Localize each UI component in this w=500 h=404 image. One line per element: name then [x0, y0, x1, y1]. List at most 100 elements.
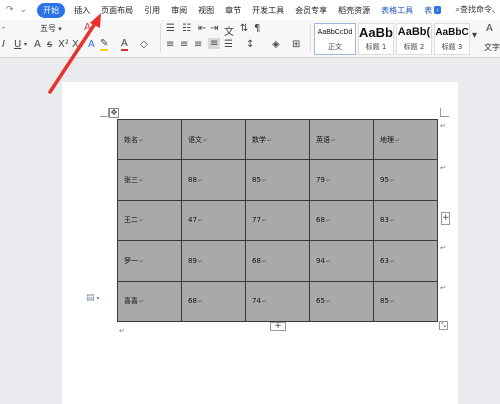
font-size-dropdown[interactable]: 五号 ▾	[40, 23, 62, 34]
style-sample: AaBbC	[435, 27, 469, 38]
table-cell[interactable]: 65↵	[309, 280, 374, 323]
distribute-icon[interactable]: ☰	[224, 39, 233, 50]
table-cell[interactable]: 89↵	[181, 240, 246, 282]
align-right-icon[interactable]: ≡	[194, 39, 202, 50]
font-name-dropdown[interactable]: -	[2, 23, 5, 32]
ribbon: - 五号 ▾ A I U ▾ A s X² X₂ A ✎ A ◇ ☰ ☷ ⇤ ⇥…	[0, 20, 500, 58]
table-cell[interactable]: 姓名↵	[117, 118, 182, 161]
sort-icon[interactable]: ⇅	[240, 23, 248, 34]
style-normal[interactable]: AaBbCcDd 正文	[314, 23, 356, 55]
style-label: 正文	[328, 43, 342, 51]
add-column-button[interactable]: +	[441, 212, 450, 225]
table-cell[interactable]: 95↵	[373, 159, 438, 201]
shading-icon[interactable]: ◈	[272, 39, 280, 50]
divider	[160, 24, 161, 52]
style-sample: AaBbCcDd	[317, 29, 353, 36]
table-move-handle-icon[interactable]: ✥	[109, 108, 119, 118]
superscript-icon[interactable]: X²	[58, 39, 69, 50]
chevron-down-icon: ▾	[56, 25, 62, 33]
table-row: 姓名↵ 语文↵ 数学↵ 英语↵ 地理↵	[117, 118, 438, 161]
tabs-scroll-right-icon[interactable]: ›	[434, 6, 441, 14]
style-label: 标题 1	[365, 43, 387, 51]
table-cell[interactable]: 数学↵	[245, 118, 310, 161]
margin-mark	[440, 108, 449, 117]
table-resize-handle-icon[interactable]: ⤡	[439, 321, 448, 330]
table-cell[interactable]: 83↵	[373, 199, 438, 242]
style-heading-2[interactable]: AaBb( 标题 2	[396, 23, 432, 55]
style-heading-3[interactable]: AaBbC 标题 3	[434, 23, 470, 55]
chevron-down-icon[interactable]: ▾	[24, 41, 27, 48]
text-effect-icon[interactable]: A	[88, 39, 95, 50]
table-cell[interactable]: 47↵	[181, 199, 246, 242]
chinese-layout-icon[interactable]: 文	[224, 23, 234, 38]
divider	[310, 24, 311, 52]
table-cell[interactable]: 张三↵	[117, 159, 182, 201]
table-cell[interactable]: 68↵	[245, 240, 310, 282]
table-cell[interactable]: 85↵	[245, 159, 310, 201]
table-cell[interactable]: 68↵	[309, 199, 374, 242]
menu-bar: ↷ ⌄ 开始 插入 页面布局 引用 审阅 视图 章节 开发工具 会员专享 稻壳资…	[0, 0, 500, 20]
grade-table: 姓名↵ 语文↵ 数学↵ 英语↵ 地理↵ 张三↵ 88↵ 85↵ 79↵ 95↵ …	[117, 118, 438, 323]
add-row-button[interactable]: +	[270, 322, 286, 331]
italic-icon[interactable]: I	[2, 39, 5, 50]
numbered-list-icon[interactable]: ☷	[182, 23, 191, 34]
style-label: 标题 2	[403, 43, 425, 51]
table-cell[interactable]: 79↵	[309, 159, 374, 201]
tab-page-layout[interactable]: 页面布局	[101, 5, 133, 16]
justify-icon[interactable]: ≡	[208, 38, 221, 49]
table-cell[interactable]: 英语↵	[309, 118, 374, 161]
table-cell[interactable]: 地理↵	[373, 118, 438, 161]
style-sample: AaBb(	[397, 26, 431, 38]
table-cell[interactable]: 罗一↵	[117, 240, 182, 282]
bullet-list-icon[interactable]: ☰	[166, 23, 175, 34]
clear-format-icon[interactable]: A	[84, 22, 91, 33]
paragraph-mark: ↵	[440, 164, 446, 172]
tab-table-tools[interactable]: 表格工具	[381, 5, 413, 16]
strikethrough-icon[interactable]: s	[47, 39, 52, 50]
tab-member[interactable]: 会员专享	[295, 5, 327, 16]
line-spacing-icon[interactable]: ↕	[246, 39, 254, 50]
table-cell[interactable]: 85↵	[373, 280, 438, 323]
more-icon[interactable]: ⌄	[20, 5, 28, 15]
tab-references[interactable]: 引用	[144, 5, 160, 16]
styles-more-icon[interactable]: ▾	[472, 30, 477, 41]
tab-table-style[interactable]: 表	[424, 5, 432, 16]
decrease-indent-icon[interactable]: ⇤	[198, 23, 206, 34]
table-cell[interactable]: 74↵	[245, 280, 310, 323]
tab-developer[interactable]: 开发工具	[252, 5, 284, 16]
table-row: 王二↵ 47↵ 77↵ 68↵ 83↵	[117, 199, 438, 242]
underline-icon[interactable]: U	[14, 39, 21, 50]
tab-section[interactable]: 章节	[225, 5, 241, 16]
document-side-icon[interactable]: ▤ ▾	[86, 293, 99, 303]
show-marks-icon[interactable]: ¶	[254, 23, 260, 34]
table-cell[interactable]: 喜喜↵	[117, 280, 182, 323]
tab-view[interactable]: 视图	[198, 5, 214, 16]
search-box[interactable]: ⌕查找命令、	[456, 4, 500, 15]
table-cell[interactable]: 88↵	[181, 159, 246, 201]
table-cell[interactable]: 63↵	[373, 240, 438, 282]
text-tool-icon[interactable]: A	[486, 23, 493, 34]
highlight-icon[interactable]: ✎	[100, 39, 109, 51]
table-cell[interactable]: 王二↵	[117, 199, 182, 242]
table-cell[interactable]: 94↵	[309, 240, 374, 282]
table-cell[interactable]: 语文↵	[181, 118, 246, 161]
paragraph-mark: ↵	[440, 284, 446, 292]
font-color-icon[interactable]: A	[121, 39, 128, 51]
table-cell[interactable]: 68↵	[181, 280, 246, 323]
align-center-icon[interactable]: ≡	[180, 39, 188, 50]
tab-insert[interactable]: 插入	[74, 5, 90, 16]
borders-icon[interactable]: ⊞	[292, 39, 300, 50]
tab-home[interactable]: 开始	[37, 2, 66, 18]
align-left-icon[interactable]: ≡	[166, 39, 174, 50]
paragraph-mark: ↵	[119, 327, 125, 335]
tab-review[interactable]: 审阅	[171, 5, 187, 16]
table-cell[interactable]: 77↵	[245, 199, 310, 242]
style-heading-1[interactable]: AaBb 标题 1	[358, 23, 394, 55]
subscript-icon[interactable]: X₂	[72, 39, 83, 50]
paragraph-mark: ↵	[440, 244, 446, 252]
increase-indent-icon[interactable]: ⇥	[210, 23, 218, 34]
tab-docer[interactable]: 稻壳资源	[338, 5, 370, 16]
char-shading-icon[interactable]: ◇	[140, 39, 148, 50]
font-color-a-icon[interactable]: A	[34, 39, 41, 50]
redo-icon[interactable]: ↷	[6, 5, 14, 15]
